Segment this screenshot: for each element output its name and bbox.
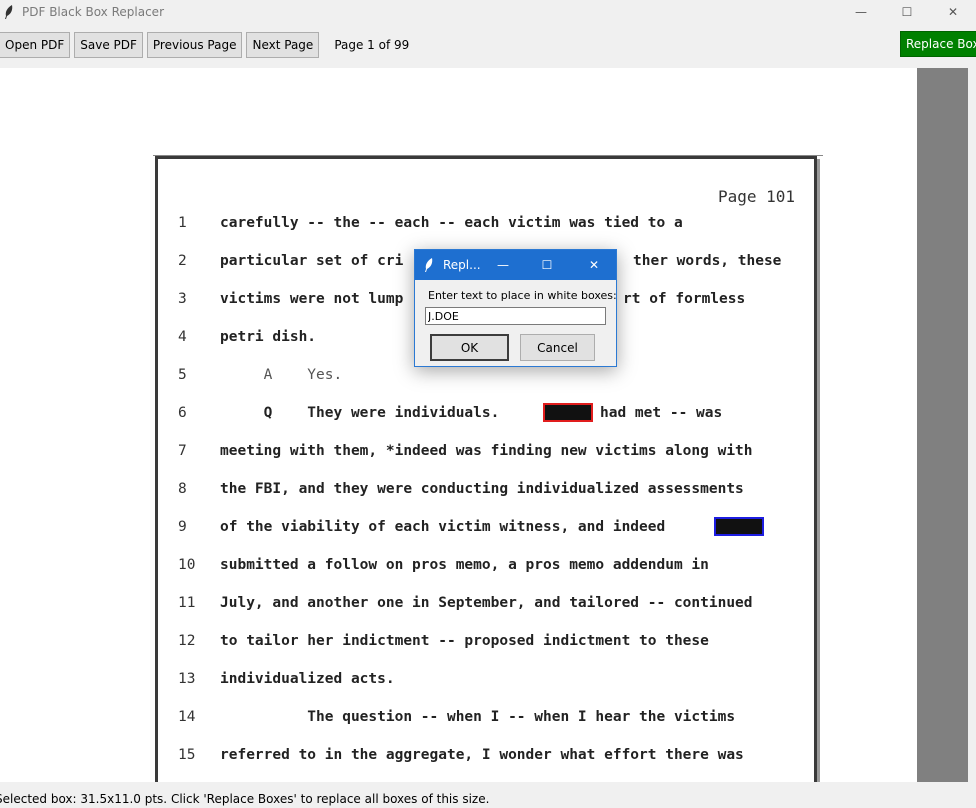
line-text: Q They were individuals. bbox=[220, 405, 500, 421]
dialog-maximize-button[interactable]: ☐ bbox=[525, 250, 569, 280]
transcript-line: 6 Q They were individuals. had met -- wa… bbox=[158, 403, 818, 425]
transcript-line: 11 July, and another one in September, a… bbox=[158, 595, 818, 615]
line-text-after: had met -- was bbox=[600, 405, 723, 421]
line-text: particular set of cri bbox=[220, 253, 404, 269]
canvas-gutter bbox=[917, 68, 968, 782]
line-number: 3 bbox=[178, 291, 187, 307]
save-pdf-button[interactable]: Save PDF bbox=[74, 32, 143, 58]
next-page-button[interactable]: Next Page bbox=[246, 32, 320, 58]
line-text: the FBI, and they were conducting indivi… bbox=[220, 481, 744, 497]
close-button[interactable]: ✕ bbox=[930, 0, 976, 24]
cancel-button[interactable]: Cancel bbox=[520, 334, 595, 361]
redaction-box-match[interactable] bbox=[714, 517, 764, 536]
window-title: PDF Black Box Replacer bbox=[22, 5, 164, 19]
dialog-minimize-button[interactable]: — bbox=[481, 250, 525, 280]
minimize-button[interactable]: — bbox=[838, 0, 884, 24]
line-number: 13 bbox=[178, 671, 196, 687]
line-text: meeting with them, *indeed was finding n… bbox=[220, 443, 753, 459]
dialog-close-button[interactable]: ✕ bbox=[572, 250, 616, 280]
status-text: Selected box: 31.5x11.0 pts. Click 'Repl… bbox=[0, 792, 490, 806]
pdf-canvas[interactable]: Page 101 1 carefully -- the -- each -- e… bbox=[0, 68, 917, 782]
line-text-after: ther words, these bbox=[633, 253, 782, 269]
replace-boxes-button[interactable]: Replace Boxes bbox=[900, 31, 976, 57]
previous-page-button[interactable]: Previous Page bbox=[146, 32, 243, 58]
line-text-after: rt of formless bbox=[623, 291, 746, 307]
transcript-line: 7 meeting with them, *indeed was finding… bbox=[158, 443, 818, 463]
window-titlebar: PDF Black Box Replacer — ☐ ✕ bbox=[0, 0, 976, 24]
line-number: 10 bbox=[178, 557, 196, 573]
dialog-titlebar: Repl... — ☐ ✕ bbox=[415, 250, 616, 280]
line-text: referred to in the aggregate, I wonder w… bbox=[220, 747, 744, 763]
replacement-text-input[interactable] bbox=[425, 307, 606, 325]
line-number: 11 bbox=[178, 595, 196, 611]
line-number: 14 bbox=[178, 709, 196, 725]
transcript-line: 15 referred to in the aggregate, I wonde… bbox=[158, 747, 818, 767]
line-number: 5 bbox=[178, 367, 187, 383]
page-indicator: Page 1 of 99 bbox=[334, 38, 410, 52]
line-text: submitted a follow on pros memo, a pros … bbox=[220, 557, 709, 573]
canvas-edge bbox=[968, 68, 976, 782]
line-text: individualized acts. bbox=[220, 671, 395, 687]
line-text: to tailor her indictment -- proposed ind… bbox=[220, 633, 709, 649]
line-text: victims were not lump bbox=[220, 291, 404, 307]
feather-icon bbox=[2, 5, 16, 19]
transcript-line: 8 the FBI, and they were conducting indi… bbox=[158, 481, 818, 501]
dialog-title: Repl... bbox=[443, 258, 481, 272]
line-number: 4 bbox=[178, 329, 187, 345]
line-text: July, and another one in September, and … bbox=[220, 595, 753, 611]
status-bar: Selected box: 31.5x11.0 pts. Click 'Repl… bbox=[0, 790, 976, 808]
feather-icon bbox=[424, 258, 438, 272]
line-number: 8 bbox=[178, 481, 187, 497]
replace-text-dialog: Repl... — ☐ ✕ Enter text to place in whi… bbox=[414, 249, 617, 367]
line-number: 7 bbox=[178, 443, 187, 459]
line-number: 2 bbox=[178, 253, 187, 269]
page-header: Page 101 bbox=[718, 187, 796, 206]
line-text: A Yes. bbox=[220, 367, 343, 383]
line-number: 9 bbox=[178, 519, 187, 535]
transcript-line: 9 of the viability of each victim witnes… bbox=[158, 517, 818, 539]
transcript-line: 5 A Yes. bbox=[158, 367, 818, 387]
line-text: petri dish. bbox=[220, 329, 317, 345]
transcript-line: 14 The question -- when I -- when I hear… bbox=[158, 709, 818, 729]
open-pdf-button[interactable]: Open PDF bbox=[0, 32, 71, 58]
toolbar: Open PDF Save PDF Previous Page Next Pag… bbox=[0, 28, 976, 62]
redaction-box-selected[interactable] bbox=[543, 403, 593, 422]
line-text: of the viability of each victim witness,… bbox=[220, 519, 666, 535]
line-text: The question -- when I -- when I hear th… bbox=[220, 709, 736, 725]
line-number: 6 bbox=[178, 405, 187, 421]
line-number: 15 bbox=[178, 747, 196, 763]
dialog-prompt: Enter text to place in white boxes: bbox=[428, 289, 617, 302]
line-number: 12 bbox=[178, 633, 196, 649]
ok-button[interactable]: OK bbox=[430, 334, 509, 361]
transcript-line: 13 individualized acts. bbox=[158, 671, 818, 691]
transcript-line: 1 carefully -- the -- each -- each victi… bbox=[158, 215, 818, 235]
transcript-line: 12 to tailor her indictment -- proposed … bbox=[158, 633, 818, 653]
transcript-line: 10 submitted a follow on pros memo, a pr… bbox=[158, 557, 818, 577]
maximize-button[interactable]: ☐ bbox=[884, 0, 930, 24]
line-text: carefully -- the -- each -- each victim … bbox=[220, 215, 683, 231]
line-number: 1 bbox=[178, 215, 187, 231]
